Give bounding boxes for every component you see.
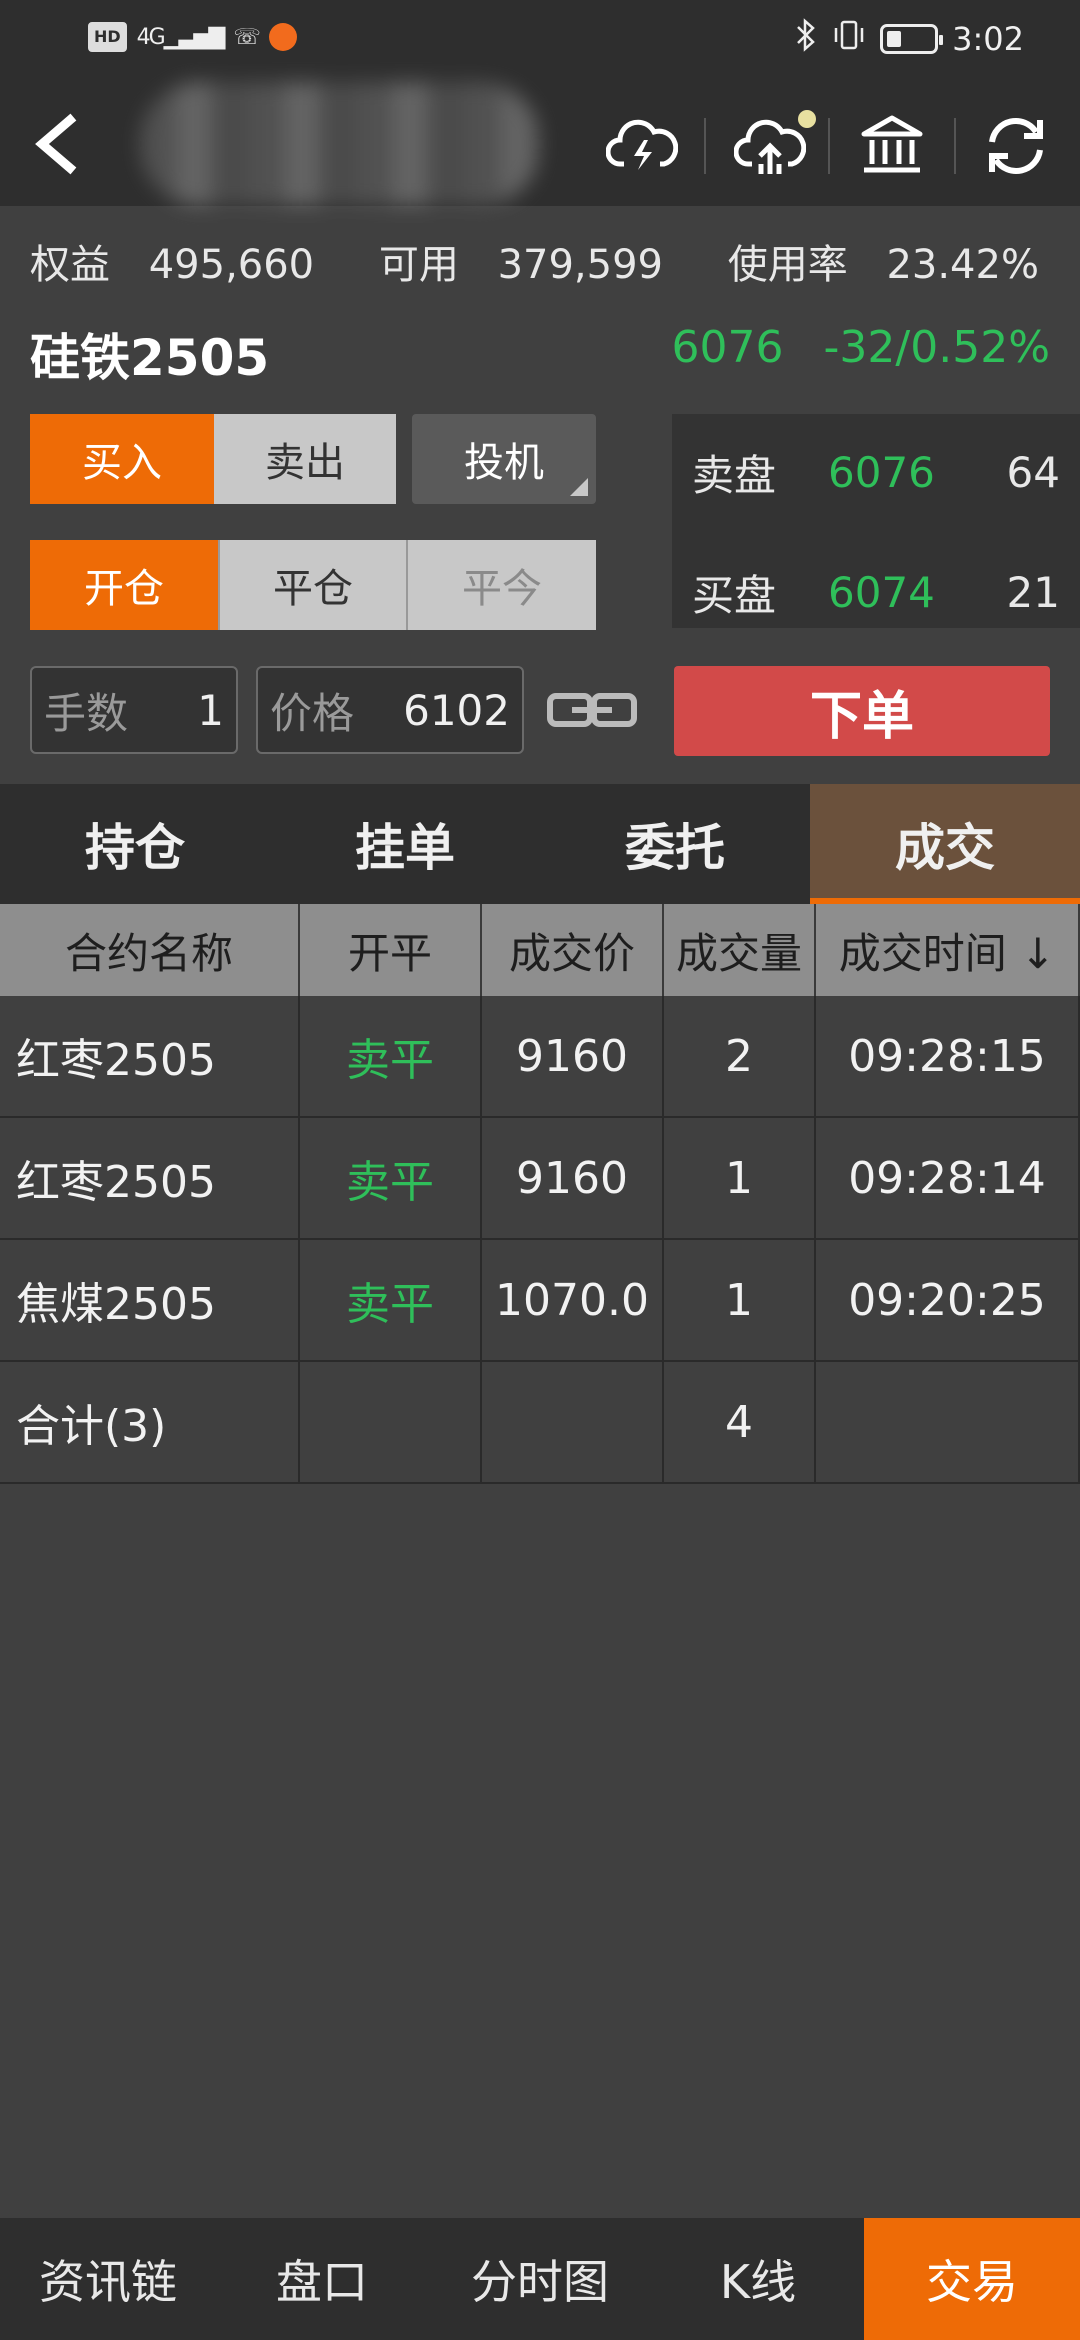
close-today-button[interactable]: 平今: [406, 540, 596, 630]
battery-icon: [880, 24, 944, 54]
bid-volume: 21: [1006, 567, 1060, 617]
table-total-row: 合计(3) 4: [0, 1362, 1080, 1484]
bluetooth-icon: [794, 18, 818, 60]
last-price: 6076: [671, 322, 784, 373]
table-row[interactable]: 红枣2505 卖平 9160 1 09:28:14: [0, 1118, 1080, 1240]
table-row[interactable]: 焦煤2505 卖平 1070.0 1 09:20:25: [0, 1240, 1080, 1362]
cell-time: 09:28:15: [816, 996, 1080, 1116]
cell-side: 卖平: [300, 996, 482, 1116]
cell-contract: 红枣2505: [0, 1118, 300, 1238]
nav-trade[interactable]: 交易: [864, 2218, 1080, 2340]
cell-empty: [482, 1362, 664, 1482]
cell-empty: [300, 1362, 482, 1482]
speculation-label: 投机: [464, 440, 544, 486]
bank-icon[interactable]: [856, 110, 928, 182]
ask-row[interactable]: 卖盘 6076 64: [692, 442, 1060, 502]
ask-volume: 64: [1006, 447, 1060, 497]
cell-empty: [816, 1362, 1080, 1482]
cloud-upload-icon[interactable]: [733, 110, 807, 182]
nav-intraday-chart[interactable]: 分时图: [428, 2218, 652, 2340]
trades-table-header: 合约名称 开平 成交价 成交量 成交时间 ↓: [0, 904, 1080, 996]
link-icon[interactable]: [546, 688, 638, 732]
usage-label: 使用率: [727, 242, 848, 288]
cell-total-label: 合计(3): [0, 1362, 300, 1482]
bottom-nav: 资讯链 盘口 分时图 K线 交易: [0, 2218, 1080, 2340]
bid-label: 买盘: [692, 570, 777, 620]
col-trade-time[interactable]: 成交时间 ↓: [816, 904, 1080, 996]
back-icon[interactable]: [20, 104, 100, 184]
equity-value: 495,660: [148, 242, 315, 288]
cell-side: 卖平: [300, 1118, 482, 1238]
bid-row[interactable]: 买盘 6074 21: [692, 562, 1060, 622]
open-position-button[interactable]: 开仓: [30, 540, 218, 630]
cell-volume: 1: [664, 1240, 816, 1360]
tab-bar: 持仓 挂单 委托 成交: [0, 784, 1080, 904]
nav-news-chain[interactable]: 资讯链: [0, 2218, 216, 2340]
divider: [828, 118, 830, 174]
ask-price: 6076: [828, 447, 935, 497]
contract-name[interactable]: 硅铁2505: [30, 318, 269, 390]
contract-quote: 6076 -32/0.52%: [672, 322, 1050, 373]
col-trade-price[interactable]: 成交价: [482, 904, 664, 996]
speculation-select[interactable]: 投机: [412, 414, 596, 504]
quantity-value: 1: [197, 685, 224, 735]
sell-button[interactable]: 卖出: [214, 414, 396, 504]
tab-pending-orders[interactable]: 挂单: [270, 784, 540, 904]
close-position-button[interactable]: 平仓: [218, 540, 406, 630]
cell-time: 09:28:14: [816, 1118, 1080, 1238]
cell-volume: 2: [664, 996, 816, 1116]
app-header: [0, 82, 1080, 206]
network-type: 4G: [136, 24, 166, 50]
available-label: 可用: [378, 242, 459, 288]
hd-indicator: HD: [88, 22, 127, 52]
price-label: 价格: [270, 688, 355, 738]
signal-indicator: 4G▁▃▅▇: [136, 24, 226, 50]
cell-price: 1070.0: [482, 1240, 664, 1360]
cell-time: 09:20:25: [816, 1240, 1080, 1360]
equity-label: 权益: [30, 242, 110, 288]
cell-contract: 红枣2505: [0, 996, 300, 1116]
app-notification-icon: [268, 23, 297, 51]
clock: 3:02: [952, 20, 1024, 58]
available-value: 379,599: [497, 242, 663, 288]
ask-label: 卖盘: [692, 450, 777, 500]
place-order-button[interactable]: 下单: [674, 666, 1050, 756]
missed-call-icon: ☏: [233, 24, 260, 50]
status-bar: HD 4G▁▃▅▇ ☏ 3:02: [0, 0, 1080, 82]
price-value: 6102: [403, 685, 510, 735]
cell-side: 卖平: [300, 1240, 482, 1360]
dropdown-corner-icon: [570, 478, 588, 496]
col-trade-volume[interactable]: 成交量: [664, 904, 816, 996]
tab-trades[interactable]: 成交: [810, 784, 1080, 904]
price-change: -32/0.52%: [823, 322, 1050, 373]
cell-price: 9160: [482, 1118, 664, 1238]
buy-button[interactable]: 买入: [30, 414, 214, 504]
refresh-icon[interactable]: [980, 110, 1052, 182]
cell-total-volume: 4: [664, 1362, 816, 1482]
tab-positions[interactable]: 持仓: [0, 784, 270, 904]
table-row[interactable]: 红枣2505 卖平 9160 2 09:28:15: [0, 996, 1080, 1118]
vibrate-icon: [832, 18, 866, 60]
price-field[interactable]: 价格 6102: [256, 666, 524, 754]
account-title-obscured: [140, 82, 540, 206]
quantity-field[interactable]: 手数 1: [30, 666, 238, 754]
cell-contract: 焦煤2505: [0, 1240, 300, 1360]
order-book: 卖盘 6076 64 买盘 6074 21: [672, 414, 1080, 628]
notification-dot: [798, 110, 816, 128]
bid-price: 6074: [828, 567, 935, 617]
cell-volume: 1: [664, 1118, 816, 1238]
cell-price: 9160: [482, 996, 664, 1116]
col-open-close[interactable]: 开平: [300, 904, 482, 996]
nav-kline[interactable]: K线: [652, 2218, 864, 2340]
quantity-label: 手数: [44, 688, 129, 738]
nav-market-depth[interactable]: 盘口: [216, 2218, 428, 2340]
usage-value: 23.42%: [886, 242, 1039, 288]
divider: [954, 118, 956, 174]
cloud-lightning-icon[interactable]: [605, 110, 679, 182]
account-summary: 权益 495,660 可用 379,599 使用率 23.42%: [30, 232, 1080, 290]
divider: [704, 118, 706, 174]
tab-orders[interactable]: 委托: [540, 784, 810, 904]
col-contract-name[interactable]: 合约名称: [0, 904, 300, 996]
